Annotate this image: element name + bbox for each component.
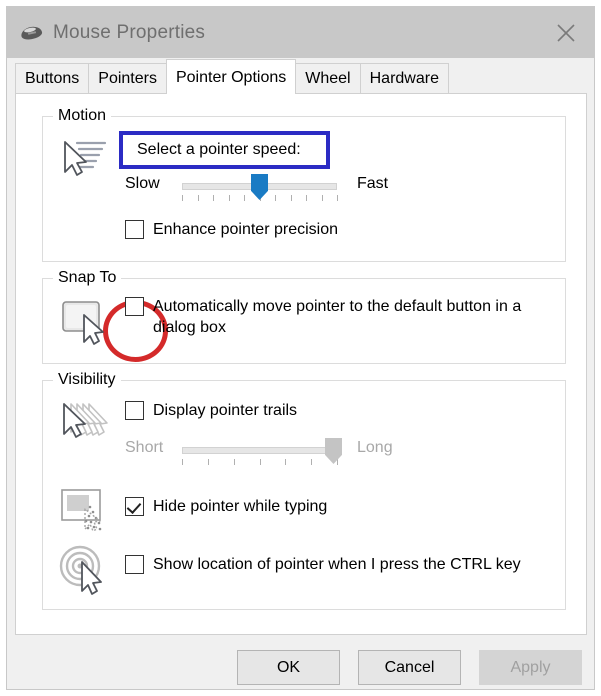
apply-button: Apply xyxy=(479,650,582,685)
enhance-precision-row[interactable]: Enhance pointer precision xyxy=(125,220,338,240)
pointer-speed-highlight-box: Select a pointer speed: xyxy=(119,131,330,169)
close-icon[interactable] xyxy=(538,7,594,58)
auto-move-pointer-row[interactable]: Automatically move pointer to the defaul… xyxy=(125,297,535,338)
snap-to-legend: Snap To xyxy=(53,269,122,287)
window-title: Mouse Properties xyxy=(53,21,206,43)
trails-slider-ticks xyxy=(182,459,338,465)
cancel-button-label: Cancel xyxy=(384,658,435,676)
tab-buttons[interactable]: Buttons xyxy=(15,63,90,94)
display-trails-label: Display pointer trails xyxy=(153,402,298,419)
tab-wheel[interactable]: Wheel xyxy=(295,63,361,94)
trails-slider-track xyxy=(182,447,337,454)
trails-slider-max-label: Long xyxy=(357,439,393,456)
motion-group: Motion Select a pointer speed: Slow Fast… xyxy=(42,107,566,262)
hide-pointer-icon xyxy=(55,485,111,533)
motion-legend: Motion xyxy=(53,107,112,125)
pointer-options-page: Motion Select a pointer speed: Slow Fast… xyxy=(15,93,587,635)
locate-pointer-icon xyxy=(55,543,111,595)
slider-min-label: Slow xyxy=(125,175,160,192)
snap-to-group: Snap To Automatically move pointer to th… xyxy=(42,269,566,364)
pointer-trails-slider: Short Long xyxy=(125,438,445,467)
ok-button-label: OK xyxy=(276,658,301,676)
ok-button[interactable]: OK xyxy=(237,650,340,685)
default-button-icon xyxy=(55,295,111,345)
show-location-checkbox[interactable] xyxy=(125,555,144,574)
slider-max-label: Fast xyxy=(357,175,389,192)
tab-pointer-options[interactable]: Pointer Options xyxy=(165,59,297,94)
visibility-legend: Visibility xyxy=(53,371,121,389)
pointer-trails-icon xyxy=(55,399,111,447)
mouse-icon xyxy=(19,24,44,42)
hide-pointer-checkbox[interactable] xyxy=(125,497,144,516)
display-trails-checkbox[interactable] xyxy=(125,401,144,420)
tab-hardware[interactable]: Hardware xyxy=(359,63,449,94)
cancel-button[interactable]: Cancel xyxy=(358,650,461,685)
title-bar: Mouse Properties xyxy=(7,7,594,58)
hide-pointer-row[interactable]: Hide pointer while typing xyxy=(125,497,327,517)
auto-move-pointer-label: Automatically move pointer to the defaul… xyxy=(153,298,522,336)
enhance-precision-label: Enhance pointer precision xyxy=(153,221,339,238)
pointer-speed-icon xyxy=(55,135,111,183)
show-location-row[interactable]: Show location of pointer when I press th… xyxy=(125,555,521,575)
display-trails-row[interactable]: Display pointer trails xyxy=(125,401,297,421)
apply-button-label: Apply xyxy=(510,658,551,676)
tab-strip: Buttons Pointers Pointer Options Wheel H… xyxy=(7,58,594,94)
auto-move-pointer-checkbox[interactable] xyxy=(125,297,144,316)
trails-slider-min-label: Short xyxy=(125,439,164,456)
visibility-group: Visibility Display pointer trails Short … xyxy=(42,371,566,610)
pointer-speed-slider[interactable]: Slow Fast xyxy=(125,174,405,203)
mouse-properties-dialog: Mouse Properties Buttons Pointers Pointe… xyxy=(6,6,595,690)
enhance-precision-checkbox[interactable] xyxy=(125,220,144,239)
hide-pointer-label: Hide pointer while typing xyxy=(153,498,328,515)
tab-pointers[interactable]: Pointers xyxy=(88,63,167,94)
pointer-speed-label: Select a pointer speed: xyxy=(137,141,301,158)
show-location-label: Show location of pointer when I press th… xyxy=(153,556,521,573)
